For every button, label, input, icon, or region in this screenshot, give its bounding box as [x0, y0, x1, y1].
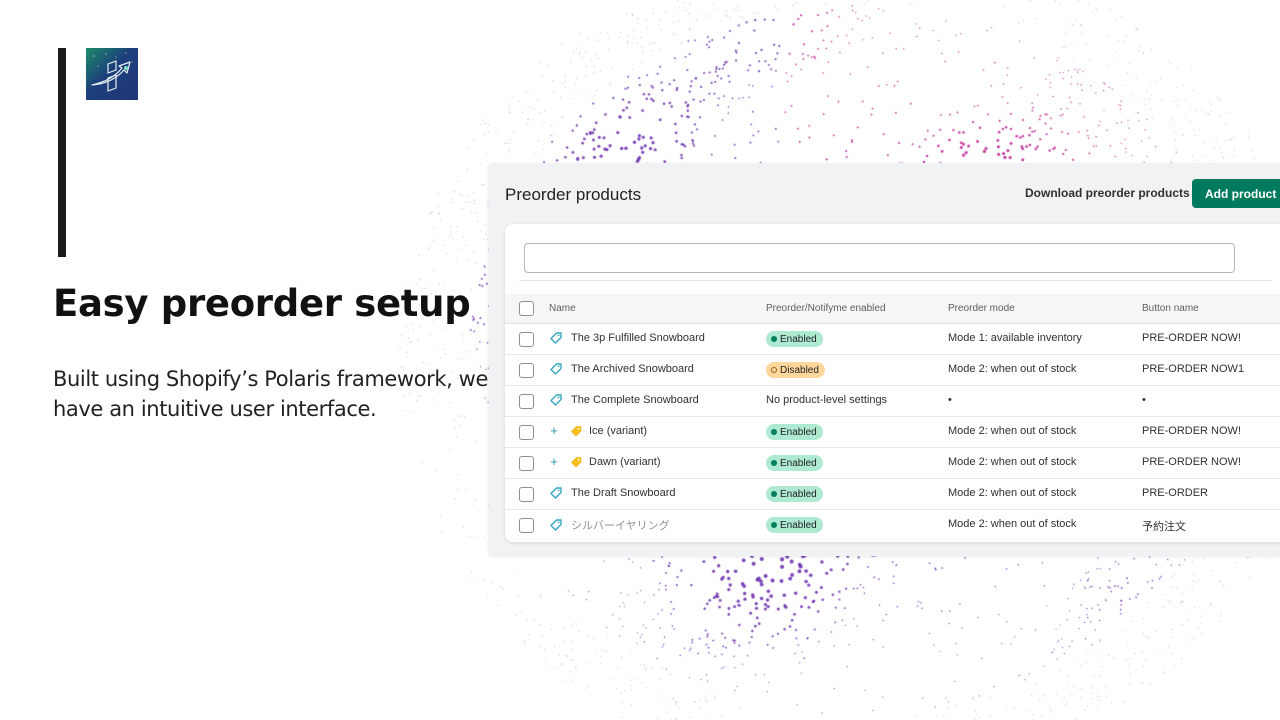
products-table: Name Preorder/Notifyme enabled Preorder …: [505, 294, 1280, 541]
product-name[interactable]: シルバーイヤリング: [571, 517, 670, 533]
product-name-cell[interactable]: The Archived Snowboard: [549, 362, 694, 376]
status-dot-icon: [771, 367, 777, 373]
column-header-button-name[interactable]: Button name: [1142, 303, 1199, 314]
button-name: PRE-ORDER: [1142, 487, 1209, 499]
table-row[interactable]: The Draft Snowboard Enabled Mode 2: when o…: [505, 479, 1280, 510]
product-name-cell[interactable]: シルバーイヤリング: [549, 517, 670, 533]
product-name[interactable]: The Archived Snowboard: [571, 363, 694, 375]
row-checkbox[interactable]: [519, 425, 534, 440]
products-card: Name Preorder/Notifyme enabled Preorder …: [505, 224, 1280, 542]
status-badge: Enabled: [766, 424, 823, 440]
expand-plus-icon[interactable]: +: [549, 455, 559, 469]
status-badge: Disabled: [766, 362, 825, 378]
preorder-app-window: Preorder products Download preorder prod…: [489, 163, 1280, 556]
product-name[interactable]: The Complete Snowboard: [571, 394, 699, 406]
status-badge: Enabled: [766, 455, 823, 471]
table-row[interactable]: The 3p Fulfilled Snowboard Enabled Mode 1:…: [505, 324, 1280, 355]
product-name-cell[interactable]: + Ice (variant): [549, 424, 647, 438]
status-badge: Enabled: [766, 486, 823, 502]
status-badge: Enabled: [766, 517, 823, 533]
button-name: PRE-ORDER NOW!: [1142, 456, 1241, 468]
button-name: 予約注文: [1142, 521, 1186, 533]
table-header: Name Preorder/Notifyme enabled Preorder …: [505, 294, 1280, 324]
table-row[interactable]: シルバーイヤリング Enabled Mode 2: when out of stoc…: [505, 510, 1280, 541]
status-dot-icon: [771, 460, 777, 466]
button-name: PRE-ORDER NOW!: [1142, 425, 1241, 437]
tag-icon: [549, 393, 563, 407]
divider: [519, 280, 1271, 281]
status-badge-label: Disabled: [780, 364, 819, 376]
row-checkbox[interactable]: [519, 332, 534, 347]
row-checkbox[interactable]: [519, 363, 534, 378]
column-header-status[interactable]: Preorder/Notifyme enabled: [766, 303, 886, 314]
row-checkbox[interactable]: [519, 518, 534, 533]
status-badge: Enabled: [766, 331, 823, 347]
add-product-button[interactable]: Add product: [1192, 179, 1280, 208]
select-all-checkbox[interactable]: [519, 301, 534, 316]
status-badge-label: Enabled: [780, 333, 817, 345]
headline: Easy preorder setup: [53, 282, 471, 325]
status-text: No product-level settings: [766, 394, 888, 406]
column-header-mode[interactable]: Preorder mode: [948, 303, 1015, 314]
tag-icon: [549, 486, 563, 500]
preorder-mode: Mode 1: available inventory: [948, 332, 1082, 344]
preorder-mode: Mode 2: when out of stock: [948, 363, 1077, 375]
preorder-mode: Mode 2: when out of stock: [948, 487, 1077, 499]
preorder-mode: Mode 2: when out of stock: [948, 456, 1077, 468]
subtext: Built using Shopify’s Polaris framework,…: [53, 367, 488, 421]
variant-tag-icon: [569, 424, 583, 438]
status-badge-label: Enabled: [780, 488, 817, 500]
table-body: The 3p Fulfilled Snowboard Enabled Mode 1:…: [505, 324, 1280, 541]
download-preorder-products-button[interactable]: Download preorder products: [1025, 186, 1190, 200]
growth-arrow-logo-icon: [86, 48, 138, 100]
button-name: •: [1142, 394, 1146, 406]
product-name-cell[interactable]: The 3p Fulfilled Snowboard: [549, 331, 705, 345]
tag-icon: [549, 518, 563, 532]
preorder-mode: Mode 2: when out of stock: [948, 518, 1077, 530]
expand-plus-icon[interactable]: +: [549, 424, 559, 438]
page-title: Preorder products: [505, 185, 642, 204]
variant-tag-icon: [569, 455, 583, 469]
accent-bar: [58, 48, 66, 257]
row-checkbox[interactable]: [519, 456, 534, 471]
table-row[interactable]: The Complete Snowboard No product-level s…: [505, 386, 1280, 417]
table-row[interactable]: + Dawn (variant) Enabled Mode 2: when out o…: [505, 448, 1280, 479]
product-name[interactable]: The 3p Fulfilled Snowboard: [571, 332, 705, 344]
row-checkbox[interactable]: [519, 394, 534, 409]
search-input[interactable]: [524, 243, 1235, 273]
button-name: PRE-ORDER NOW!: [1142, 332, 1241, 344]
table-row[interactable]: The Archived Snowboard Disabled Mode 2: wh…: [505, 355, 1280, 386]
status-dot-icon: [771, 522, 777, 528]
status-badge-label: Enabled: [780, 426, 817, 438]
table-row[interactable]: + Ice (variant) Enabled Mode 2: when out of…: [505, 417, 1280, 448]
status-dot-icon: [771, 336, 777, 342]
row-checkbox[interactable]: [519, 487, 534, 502]
status-badge-label: Enabled: [780, 519, 817, 531]
product-name[interactable]: Dawn (variant): [589, 456, 661, 468]
product-name-cell[interactable]: The Draft Snowboard: [549, 486, 676, 500]
tag-icon: [549, 362, 563, 376]
product-name[interactable]: The Draft Snowboard: [571, 487, 676, 499]
product-name[interactable]: Ice (variant): [589, 425, 647, 437]
button-name: PRE-ORDER NOW1: [1142, 363, 1245, 375]
product-name-cell[interactable]: The Complete Snowboard: [549, 393, 699, 407]
status-dot-icon: [771, 491, 777, 497]
column-header-name[interactable]: Name: [549, 303, 576, 314]
tag-icon: [549, 331, 563, 345]
preorder-mode: Mode 2: when out of stock: [948, 425, 1077, 437]
status-dot-icon: [771, 429, 777, 435]
product-name-cell[interactable]: + Dawn (variant): [549, 455, 661, 469]
preorder-mode: •: [948, 394, 952, 406]
status-badge-label: Enabled: [780, 457, 817, 469]
